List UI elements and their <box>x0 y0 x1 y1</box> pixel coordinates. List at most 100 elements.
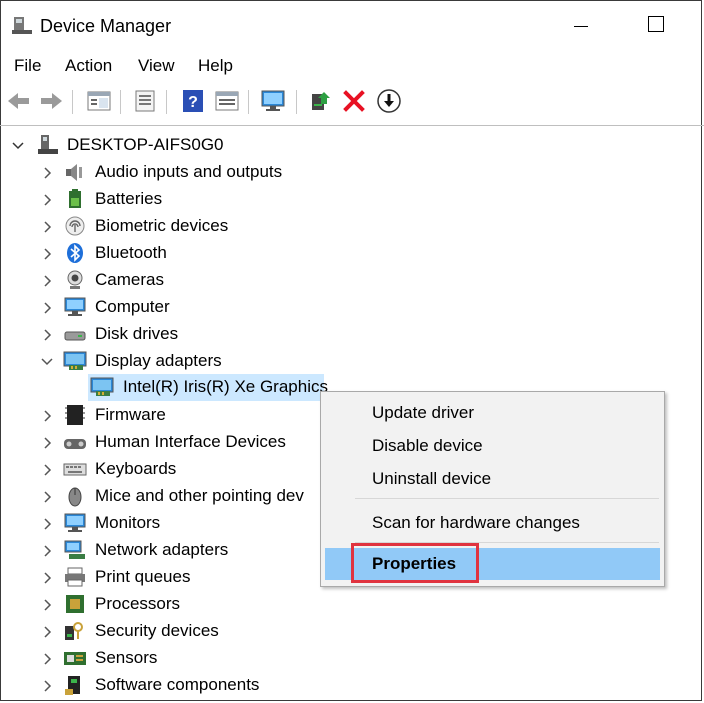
chevron-right-icon[interactable] <box>41 491 53 503</box>
ctx-disable-device[interactable]: Disable device <box>321 430 664 462</box>
mouse-icon <box>68 487 82 507</box>
tree-category-label: Display adapters <box>95 351 222 370</box>
processor-icon <box>66 595 84 613</box>
tree-category-label: Processors <box>95 594 181 613</box>
fingerprint-icon <box>65 216 85 236</box>
properties-sheet-icon[interactable] <box>132 88 158 114</box>
chevron-right-icon[interactable] <box>41 437 53 449</box>
security-device-icon <box>65 622 83 640</box>
tree-category-computer[interactable]: Computer <box>0 294 400 321</box>
menu-action[interactable]: Action <box>65 56 112 76</box>
view-icon[interactable] <box>214 88 240 114</box>
tree-category-bluetooth[interactable]: Bluetooth <box>0 240 400 267</box>
show-hide-tree-icon[interactable] <box>86 88 112 114</box>
toolbar-separator <box>166 90 167 114</box>
maximize-button[interactable] <box>648 16 664 32</box>
tree-category-security-devices[interactable]: Security devices <box>0 618 400 645</box>
firmware-chip-icon <box>65 405 85 425</box>
ctx-item-label: Scan for hardware changes <box>372 513 580 532</box>
hid-icon <box>64 439 86 449</box>
software-component-icon <box>65 676 80 695</box>
ctx-update-driver[interactable]: Update driver <box>321 397 664 429</box>
menu-file[interactable]: File <box>14 56 41 76</box>
chevron-down-icon[interactable] <box>41 356 53 368</box>
chevron-right-icon[interactable] <box>41 680 53 692</box>
disk-drive-icon <box>64 331 86 341</box>
display-adapter-icon <box>63 351 87 370</box>
speaker-icon <box>66 164 82 181</box>
toolbar-separator <box>120 90 121 114</box>
forward-arrow-icon[interactable] <box>38 88 64 114</box>
network-adapter-icon <box>64 540 85 559</box>
tree-category-software-components[interactable]: Software components <box>0 672 400 699</box>
ctx-separator <box>355 498 659 499</box>
uninstall-x-icon[interactable] <box>341 88 367 114</box>
chevron-right-icon[interactable] <box>41 464 53 476</box>
tree-category-label: Cameras <box>95 270 164 289</box>
battery-icon <box>69 189 81 208</box>
toolbar-separator <box>72 90 73 114</box>
tree-category-biometric-devices[interactable]: Biometric devices <box>0 213 400 240</box>
tree-category-disk-drives[interactable]: Disk drives <box>0 321 400 348</box>
title-bar: Device Manager <box>0 0 704 50</box>
chevron-right-icon[interactable] <box>41 248 53 260</box>
tree-category-cameras[interactable]: Cameras <box>0 267 400 294</box>
toolbar-separator <box>296 90 297 114</box>
tree-category-batteries[interactable]: Batteries <box>0 186 400 213</box>
toolbar-divider <box>0 125 704 126</box>
tree-root[interactable]: DESKTOP-AIFS0G0 <box>0 132 400 159</box>
chevron-right-icon[interactable] <box>41 275 53 287</box>
tree-category-label: Network adapters <box>95 540 229 559</box>
svg-text:?: ? <box>188 94 198 111</box>
tree-category-label: Human Interface Devices <box>95 432 286 451</box>
menu-help[interactable]: Help <box>198 56 233 76</box>
chevron-right-icon[interactable] <box>41 572 53 584</box>
computer-icon <box>64 297 86 316</box>
chevron-right-icon[interactable] <box>41 599 53 611</box>
chevron-right-icon[interactable] <box>41 194 53 206</box>
tree-category-audio-inputs-and-outputs[interactable]: Audio inputs and outputs <box>0 159 400 186</box>
camera-icon <box>67 270 83 289</box>
chevron-right-icon[interactable] <box>41 653 53 665</box>
back-arrow-icon[interactable] <box>6 88 32 114</box>
monitor-icon <box>64 513 86 532</box>
tree-category-processors[interactable]: Processors <box>0 591 400 618</box>
chevron-right-icon[interactable] <box>41 410 53 422</box>
chevron-right-icon[interactable] <box>41 518 53 530</box>
bluetooth-icon <box>67 243 83 263</box>
computer-root-icon <box>38 135 58 154</box>
tree-category-label: Disk drives <box>95 324 179 343</box>
chevron-right-icon[interactable] <box>41 302 53 314</box>
chevron-right-icon[interactable] <box>41 221 53 233</box>
tree-category-display-adapters[interactable]: Display adapters <box>0 348 400 375</box>
chevron-right-icon[interactable] <box>41 626 53 638</box>
tree-category-label: Keyboards <box>95 459 177 478</box>
tree-category-label: Monitors <box>95 513 161 532</box>
menu-view[interactable]: View <box>138 56 175 76</box>
tree-category-label: Sensors <box>95 648 158 667</box>
ctx-item-label: Disable device <box>372 436 483 455</box>
ctx-scan-hardware[interactable]: Scan for hardware changes <box>321 507 664 539</box>
tree-category-label: Print queues <box>95 567 191 586</box>
window-title: Device Manager <box>40 16 172 36</box>
chevron-right-icon[interactable] <box>41 167 53 179</box>
tree-category-label: Batteries <box>95 189 163 208</box>
chevron-right-icon[interactable] <box>41 329 53 341</box>
chevron-down-icon[interactable] <box>12 140 24 152</box>
tree-category-sensors[interactable]: Sensors <box>0 645 400 672</box>
tree-category-label: Security devices <box>95 621 219 640</box>
scan-monitor-icon[interactable] <box>260 88 286 114</box>
chevron-right-icon[interactable] <box>41 545 53 557</box>
display-adapter-icon <box>90 377 114 396</box>
tree-child-intel-iris-xe[interactable]: Intel(R) Iris(R) Xe Graphics <box>88 374 328 401</box>
help-icon[interactable]: ? <box>180 88 206 114</box>
minimize-button[interactable] <box>570 18 594 34</box>
download-icon[interactable] <box>376 88 402 114</box>
tree-category-label: Mice and other pointing dev <box>95 486 304 505</box>
update-driver-icon[interactable] <box>308 88 334 114</box>
tree-category-label: Software components <box>95 675 260 694</box>
toolbar-separator <box>248 90 249 114</box>
ctx-uninstall-device[interactable]: Uninstall device <box>321 463 664 495</box>
tree-category-label: Bluetooth <box>95 243 167 262</box>
tree-child-label: Intel(R) Iris(R) Xe Graphics <box>123 377 328 396</box>
